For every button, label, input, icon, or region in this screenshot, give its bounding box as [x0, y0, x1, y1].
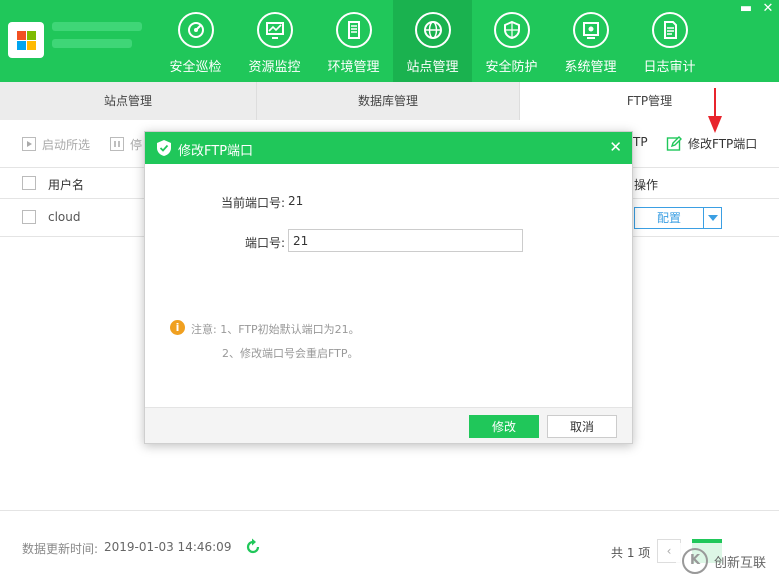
nav-item-environment[interactable]: 环境管理 [314, 0, 393, 82]
tab-site-management[interactable]: 站点管理 [0, 82, 257, 120]
config-button-group: 配置 [634, 207, 722, 229]
watermark-text: 创新互联 [714, 555, 767, 571]
current-port-value: 21 [288, 194, 304, 208]
port-input[interactable] [288, 229, 523, 252]
modify-ftp-port-dialog: 修改FTP端口 ✕ 当前端口号: 21 端口号: i 注意: 1、FTP初始默认… [144, 131, 633, 444]
pause-icon [110, 137, 124, 151]
radar-icon [178, 12, 214, 48]
nav-label: 资源监控 [248, 60, 301, 75]
modify-ftp-port-label: 修改FTP端口 [688, 137, 758, 151]
app-logo [8, 22, 44, 58]
column-actions: 操作 [634, 178, 659, 192]
monitor-chart-icon [257, 12, 293, 48]
info-icon: i [170, 320, 185, 335]
config-button[interactable]: 配置 [634, 207, 704, 229]
server-icon [336, 12, 372, 48]
nav-item-system-management[interactable]: 系统管理 [551, 0, 630, 82]
nav-label: 系统管理 [564, 60, 617, 75]
dialog-header: 修改FTP端口 ✕ [145, 132, 632, 164]
dialog-title: 修改FTP端口 [178, 144, 254, 159]
nav-label: 安全巡检 [169, 60, 222, 75]
watermark-logo-icon: K [682, 548, 708, 574]
nav-item-log-audit[interactable]: 日志审计 [630, 0, 709, 82]
stop-selected-label: 停 [130, 137, 143, 152]
update-time-label: 数据更新时间: [22, 542, 99, 556]
ftp-toggle-partial[interactable]: TP [633, 135, 648, 149]
row-username: cloud [48, 210, 81, 224]
caret-down-icon [707, 215, 718, 221]
cancel-button[interactable]: 取消 [547, 415, 617, 438]
dialog-footer: 修改 取消 [145, 407, 632, 443]
document-icon [652, 12, 688, 48]
tab-ftp-management[interactable]: FTP管理 [520, 82, 779, 120]
note-line-1: 注意: 1、FTP初始默认端口为21。 [191, 323, 360, 336]
total-count: 共 1 项 [611, 546, 651, 560]
shield-check-icon [157, 140, 171, 156]
port-label: 端口号: [244, 236, 285, 250]
brand-name-blurred [52, 22, 142, 58]
nav-item-resource-monitor[interactable]: 资源监控 [235, 0, 314, 82]
column-username: 用户名 [48, 178, 85, 192]
row-checkbox[interactable] [22, 210, 36, 224]
stop-selected-button[interactable]: 停 [110, 135, 142, 153]
shield-icon [494, 12, 530, 48]
app-header: 安全巡检 资源监控 环境管理 站点管理 安全防护 系统管理 日志审计 ▬ ✕ [0, 0, 779, 82]
minimize-button[interactable]: ▬ [735, 0, 757, 20]
start-selected-label: 启动所选 [42, 137, 91, 152]
refresh-icon[interactable] [244, 538, 262, 556]
annotation-arrow-icon [708, 88, 722, 133]
confirm-modify-button[interactable]: 修改 [469, 415, 539, 438]
main-nav: 安全巡检 资源监控 环境管理 站点管理 安全防护 系统管理 日志审计 [156, 0, 709, 82]
nav-label: 站点管理 [406, 60, 459, 75]
window-controls: ▬ ✕ [735, 0, 779, 20]
modify-ftp-port-button[interactable]: 修改FTP端口 [666, 135, 757, 152]
start-selected-button[interactable]: 启动所选 [22, 135, 90, 153]
note-line-2: 2、修改端口号会重启FTP。 [222, 347, 359, 360]
dialog-close-button[interactable]: ✕ [609, 138, 622, 156]
globe-icon [415, 12, 451, 48]
play-icon [22, 137, 36, 151]
footer: 数据更新时间: 2019-01-03 14:46:09 共 1 项 ‹ [0, 510, 779, 583]
nav-item-site-management[interactable]: 站点管理 [393, 0, 472, 82]
sub-tabs: 站点管理 数据库管理 FTP管理 [0, 82, 779, 120]
nav-item-security-inspection[interactable]: 安全巡检 [156, 0, 235, 82]
update-time-value: 2019-01-03 14:46:09 [104, 540, 232, 554]
current-port-label: 当前端口号: [220, 196, 285, 210]
tab-database-management[interactable]: 数据库管理 [257, 82, 520, 120]
settings-box-icon [573, 12, 609, 48]
nav-item-security-protection[interactable]: 安全防护 [472, 0, 551, 82]
edit-icon [666, 136, 682, 151]
nav-label: 日志审计 [643, 60, 696, 75]
select-all-checkbox[interactable] [22, 176, 36, 190]
nav-label: 环境管理 [327, 60, 380, 75]
nav-label: 安全防护 [485, 60, 538, 75]
watermark: K 创新互联 [676, 543, 779, 579]
close-window-button[interactable]: ✕ [757, 0, 779, 20]
config-dropdown-button[interactable] [704, 207, 722, 229]
